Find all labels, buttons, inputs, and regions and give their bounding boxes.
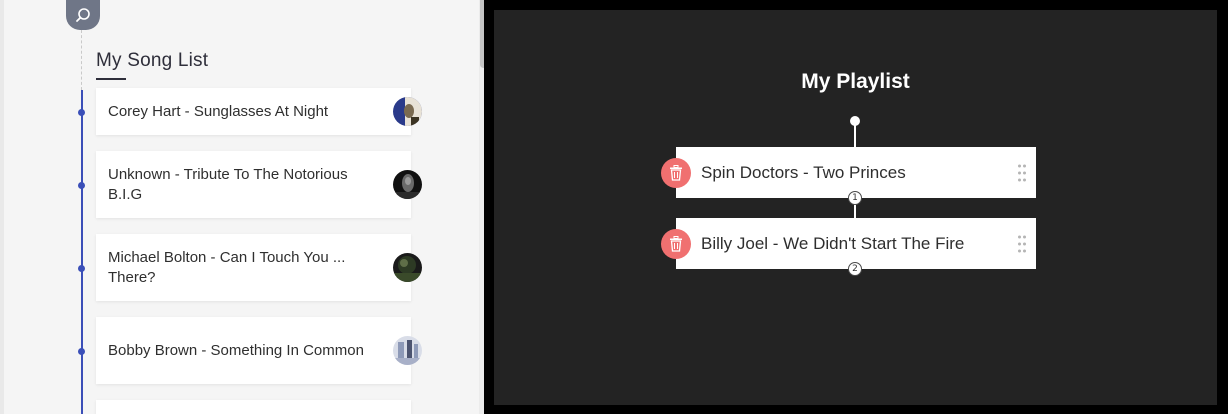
song-title: Bobby Brown - Something In Common bbox=[108, 341, 364, 359]
song-list-item[interactable]: Corey Hart - Sunglasses At Night bbox=[96, 88, 411, 135]
song-list-item[interactable]: Bobby Brown - Something In Common bbox=[96, 317, 411, 384]
trash-icon bbox=[670, 236, 682, 252]
album-thumbnail bbox=[393, 336, 422, 365]
album-thumbnail bbox=[393, 170, 422, 199]
song-list-item[interactable]: Michael Bolton - Can I Touch You ... The… bbox=[96, 234, 411, 301]
track-title: Billy Joel - We Didn't Start The Fire bbox=[701, 234, 965, 253]
timeline-dot bbox=[78, 348, 85, 355]
track-order-badge: 1 bbox=[848, 191, 862, 205]
timeline-line bbox=[81, 90, 83, 414]
playlist-connector bbox=[854, 124, 856, 147]
song-list-item[interactable] bbox=[96, 400, 411, 414]
timeline-dashed-connector bbox=[81, 30, 82, 90]
search-icon bbox=[76, 8, 90, 22]
playlist-title: My Playlist bbox=[801, 70, 910, 93]
timeline-dot bbox=[78, 182, 85, 189]
search-button[interactable] bbox=[66, 0, 100, 30]
song-title: Unknown - Tribute To The Notorious B.I.G bbox=[108, 165, 348, 203]
title-underline bbox=[96, 78, 126, 80]
album-thumbnail bbox=[393, 97, 422, 126]
song-list-item[interactable]: Unknown - Tribute To The Notorious B.I.G bbox=[96, 151, 411, 218]
song-title: Michael Bolton - Can I Touch You ... The… bbox=[108, 248, 346, 286]
track-order-badge: 2 bbox=[848, 262, 862, 276]
playlist-panel: My Playlist Spin Doctors - Two Princes 1 bbox=[494, 10, 1217, 405]
delete-track-button[interactable] bbox=[661, 229, 691, 259]
timeline-dot bbox=[78, 265, 85, 272]
drag-handle-icon[interactable] bbox=[1018, 164, 1026, 182]
drag-handle-icon[interactable] bbox=[1018, 235, 1026, 253]
song-title: Corey Hart - Sunglasses At Night bbox=[108, 102, 329, 120]
track-title: Spin Doctors - Two Princes bbox=[701, 163, 906, 182]
song-list-panel: My Song List Corey Hart - Sunglasses At … bbox=[0, 0, 484, 414]
trash-icon bbox=[670, 165, 682, 181]
delete-track-button[interactable] bbox=[661, 158, 691, 188]
song-list-title: My Song List bbox=[96, 50, 209, 71]
timeline-dot bbox=[78, 109, 85, 116]
album-thumbnail bbox=[393, 253, 422, 282]
